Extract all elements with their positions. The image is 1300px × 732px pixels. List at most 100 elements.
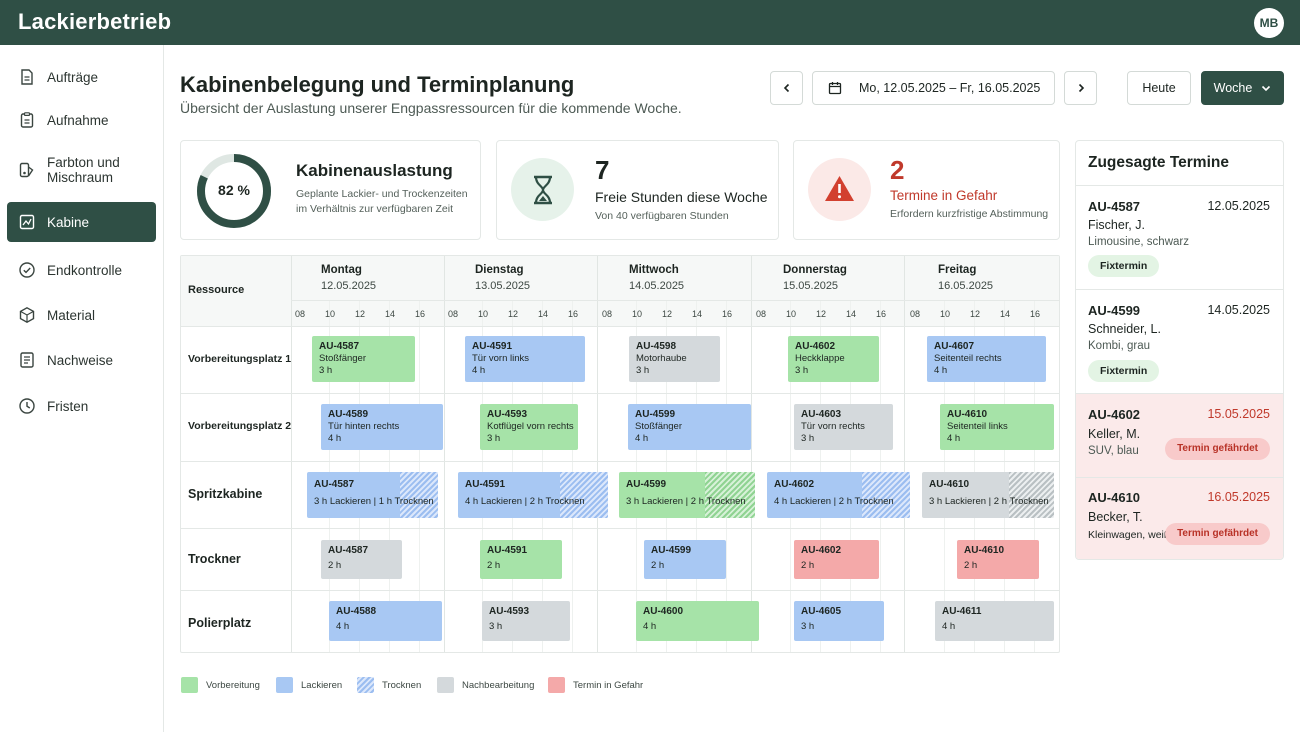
hour-label: 14 bbox=[537, 309, 548, 319]
hour-label: 08 bbox=[447, 309, 458, 319]
hour-label: 14 bbox=[845, 309, 856, 319]
free-hours-title: Freie Stunden diese Woche bbox=[595, 189, 768, 205]
box-icon bbox=[19, 306, 35, 324]
hour-label: 14 bbox=[691, 309, 702, 319]
hour-label: 10 bbox=[324, 309, 335, 319]
legend-item-vorbereitung: Vorbereitung bbox=[181, 677, 260, 693]
sidebar-item-material[interactable]: Material bbox=[7, 300, 156, 330]
hour-label: 12 bbox=[507, 309, 518, 319]
schedule-block[interactable]: AU-4602 Heckklappe 3 h bbox=[788, 336, 879, 382]
appointment-card[interactable]: AU-4602 15.05.2025 Keller, M. SUV, blau … bbox=[1076, 393, 1283, 477]
schedule-block[interactable]: AU-4599 Stoßfänger 4 h bbox=[628, 404, 751, 450]
document-icon bbox=[21, 69, 33, 85]
schedule-block[interactable]: AU-4607 Seitenteil rechts 4 h bbox=[927, 336, 1046, 382]
legend-item-lackieren: Lackieren bbox=[276, 677, 342, 693]
date-range-picker[interactable]: Mo, 12.05.2025 – Fr, 16.05.2025 bbox=[812, 71, 1055, 105]
sidebar-item-endkontrolle[interactable]: Endkontrolle bbox=[7, 255, 156, 285]
at-risk-value: 2 bbox=[890, 155, 905, 185]
schedule-block[interactable]: AU-4591 Tür vorn links 4 h bbox=[465, 336, 585, 382]
day-name: Freitag bbox=[938, 264, 977, 276]
schedule-block[interactable]: AU-4598 Motorhaube 3 h bbox=[629, 336, 720, 382]
schedule-block[interactable]: AU-4605 3 h bbox=[794, 601, 884, 641]
booth-icon bbox=[19, 214, 35, 230]
sidebar-item-label: Kabine bbox=[47, 214, 90, 230]
sidebar-item-auftraege[interactable]: Aufträge bbox=[7, 62, 156, 92]
day-name: Montag bbox=[321, 264, 362, 276]
sidebar-item-fristen[interactable]: Fristen bbox=[7, 391, 156, 421]
schedule-block[interactable]: AU-4599 2 h bbox=[644, 540, 726, 579]
schedule-block[interactable]: AU-4603 Tür vorn rechts 3 h bbox=[794, 404, 893, 450]
utilization-title: Kabinenauslastung bbox=[296, 161, 453, 180]
appointment-card[interactable]: AU-4610 16.05.2025 Becker, T. Kleinwagen… bbox=[1076, 477, 1283, 559]
hour-label: 16 bbox=[414, 309, 425, 319]
sidebar-item-kabine[interactable]: Kabine bbox=[7, 202, 156, 242]
schedule-block[interactable]: AU-4591 4 h Lackieren | 2 h Trocknen bbox=[458, 472, 608, 518]
schedule-block[interactable]: AU-4610 3 h Lackieren | 2 h Trocknen bbox=[922, 472, 1054, 518]
schedule-block[interactable]: AU-4602 4 h Lackieren | 2 h Trocknen bbox=[767, 472, 910, 518]
hour-label: 10 bbox=[939, 309, 950, 319]
hour-label: 14 bbox=[384, 309, 395, 319]
hour-label: 12 bbox=[815, 309, 826, 319]
utilization-desc: Geplante Lackier- und Trockenzeiten im V… bbox=[296, 188, 468, 215]
chevron-right-icon bbox=[1078, 83, 1084, 93]
at-risk-title: Termine in Gefahr bbox=[890, 188, 998, 203]
appointment-card[interactable]: AU-4599 14.05.2025 Schneider, L. Kombi, … bbox=[1076, 289, 1283, 393]
at-risk-desc: Erfordern kurzfristige Abstimmung bbox=[890, 208, 1049, 220]
hourglass-icon bbox=[511, 158, 574, 221]
page-subtitle: Übersicht der Auslastung unserer Engpass… bbox=[180, 100, 682, 116]
warning-icon bbox=[808, 158, 871, 221]
hour-label: 08 bbox=[909, 309, 920, 319]
page-title: Kabinenbelegung und Terminplanung bbox=[180, 72, 575, 97]
schedule-block[interactable]: AU-4610 2 h bbox=[957, 540, 1039, 579]
next-week-button[interactable] bbox=[1064, 71, 1097, 105]
sidebar-item-label: Aufträge bbox=[47, 69, 99, 85]
schedule-block[interactable]: AU-4599 3 h Lackieren | 2 h Trocknen bbox=[619, 472, 755, 518]
hour-label: 16 bbox=[1029, 309, 1040, 319]
schedule-block[interactable]: AU-4611 4 h bbox=[935, 601, 1054, 641]
hour-label: 10 bbox=[785, 309, 796, 319]
hour-label: 14 bbox=[999, 309, 1010, 319]
day-name: Donnerstag bbox=[783, 264, 847, 276]
sidebar-item-nachweise[interactable]: Nachweise bbox=[7, 345, 156, 375]
chevron-left-icon bbox=[783, 83, 789, 93]
appointments-title: Zugesagte Termine bbox=[1088, 154, 1229, 171]
day-date: 16.05.2025 bbox=[938, 280, 994, 292]
day-name: Dienstag bbox=[475, 264, 524, 276]
utilization-card: 82 % Kabinenauslastung Geplante Lackier-… bbox=[180, 140, 481, 240]
schedule-block[interactable]: AU-4591 2 h bbox=[480, 540, 562, 579]
resource-column-header: Ressource bbox=[188, 284, 245, 296]
avatar[interactable]: MB bbox=[1254, 8, 1284, 38]
appointment-card[interactable]: AU-4587 12.05.2025 Fischer, J. Limousine… bbox=[1076, 185, 1283, 289]
hour-label: 10 bbox=[631, 309, 642, 319]
schedule-block[interactable]: AU-4610 Seitenteil links 4 h bbox=[940, 404, 1054, 450]
today-button[interactable]: Heute bbox=[1127, 71, 1191, 105]
schedule-block[interactable]: AU-4593 3 h bbox=[482, 601, 570, 641]
hour-label: 08 bbox=[755, 309, 766, 319]
schedule-block[interactable]: AU-4588 4 h bbox=[329, 601, 442, 641]
view-label: Woche bbox=[1213, 81, 1253, 95]
legend-item-trocknen: Trocknen bbox=[357, 677, 421, 693]
schedule-block[interactable]: AU-4587 Stoßfänger 3 h bbox=[312, 336, 415, 382]
hour-label: 16 bbox=[567, 309, 578, 319]
sidebar-item-farbton[interactable]: Farbton und Mischraum bbox=[7, 150, 156, 190]
schedule-block[interactable]: AU-4587 3 h Lackieren | 1 h Trocknen bbox=[307, 472, 438, 518]
schedule-header bbox=[181, 256, 1059, 326]
sidebar-item-label: Farbton und Mischraum bbox=[47, 155, 120, 185]
resource-label: Vorbereitungsplatz 1 bbox=[188, 353, 292, 365]
sidebar-item-label: Material bbox=[47, 307, 96, 323]
at-risk-card: 2 Termine in Gefahr Erfordern kurzfristi… bbox=[793, 140, 1060, 240]
list-document-icon bbox=[20, 352, 34, 368]
clock-icon bbox=[19, 398, 35, 414]
schedule-block[interactable]: AU-4587 2 h bbox=[321, 540, 402, 579]
schedule-block[interactable]: AU-4600 4 h bbox=[636, 601, 759, 641]
sidebar-item-aufnahme[interactable]: Aufnahme bbox=[7, 105, 156, 135]
prev-week-button[interactable] bbox=[770, 71, 803, 105]
schedule-block[interactable]: AU-4589 Tür hinten rechts 4 h bbox=[321, 404, 443, 450]
view-select[interactable]: Woche bbox=[1201, 71, 1284, 105]
hour-label: 12 bbox=[354, 309, 365, 319]
schedule-block[interactable]: AU-4593 Kotflügel vorn rechts 3 h bbox=[480, 404, 578, 450]
appointments-panel: Zugesagte Termine AU-4587 12.05.2025 Fis… bbox=[1075, 140, 1284, 560]
sidebar-item-label: Endkontrolle bbox=[47, 262, 123, 278]
schedule-block[interactable]: AU-4602 2 h bbox=[794, 540, 879, 579]
hour-label: 10 bbox=[477, 309, 488, 319]
